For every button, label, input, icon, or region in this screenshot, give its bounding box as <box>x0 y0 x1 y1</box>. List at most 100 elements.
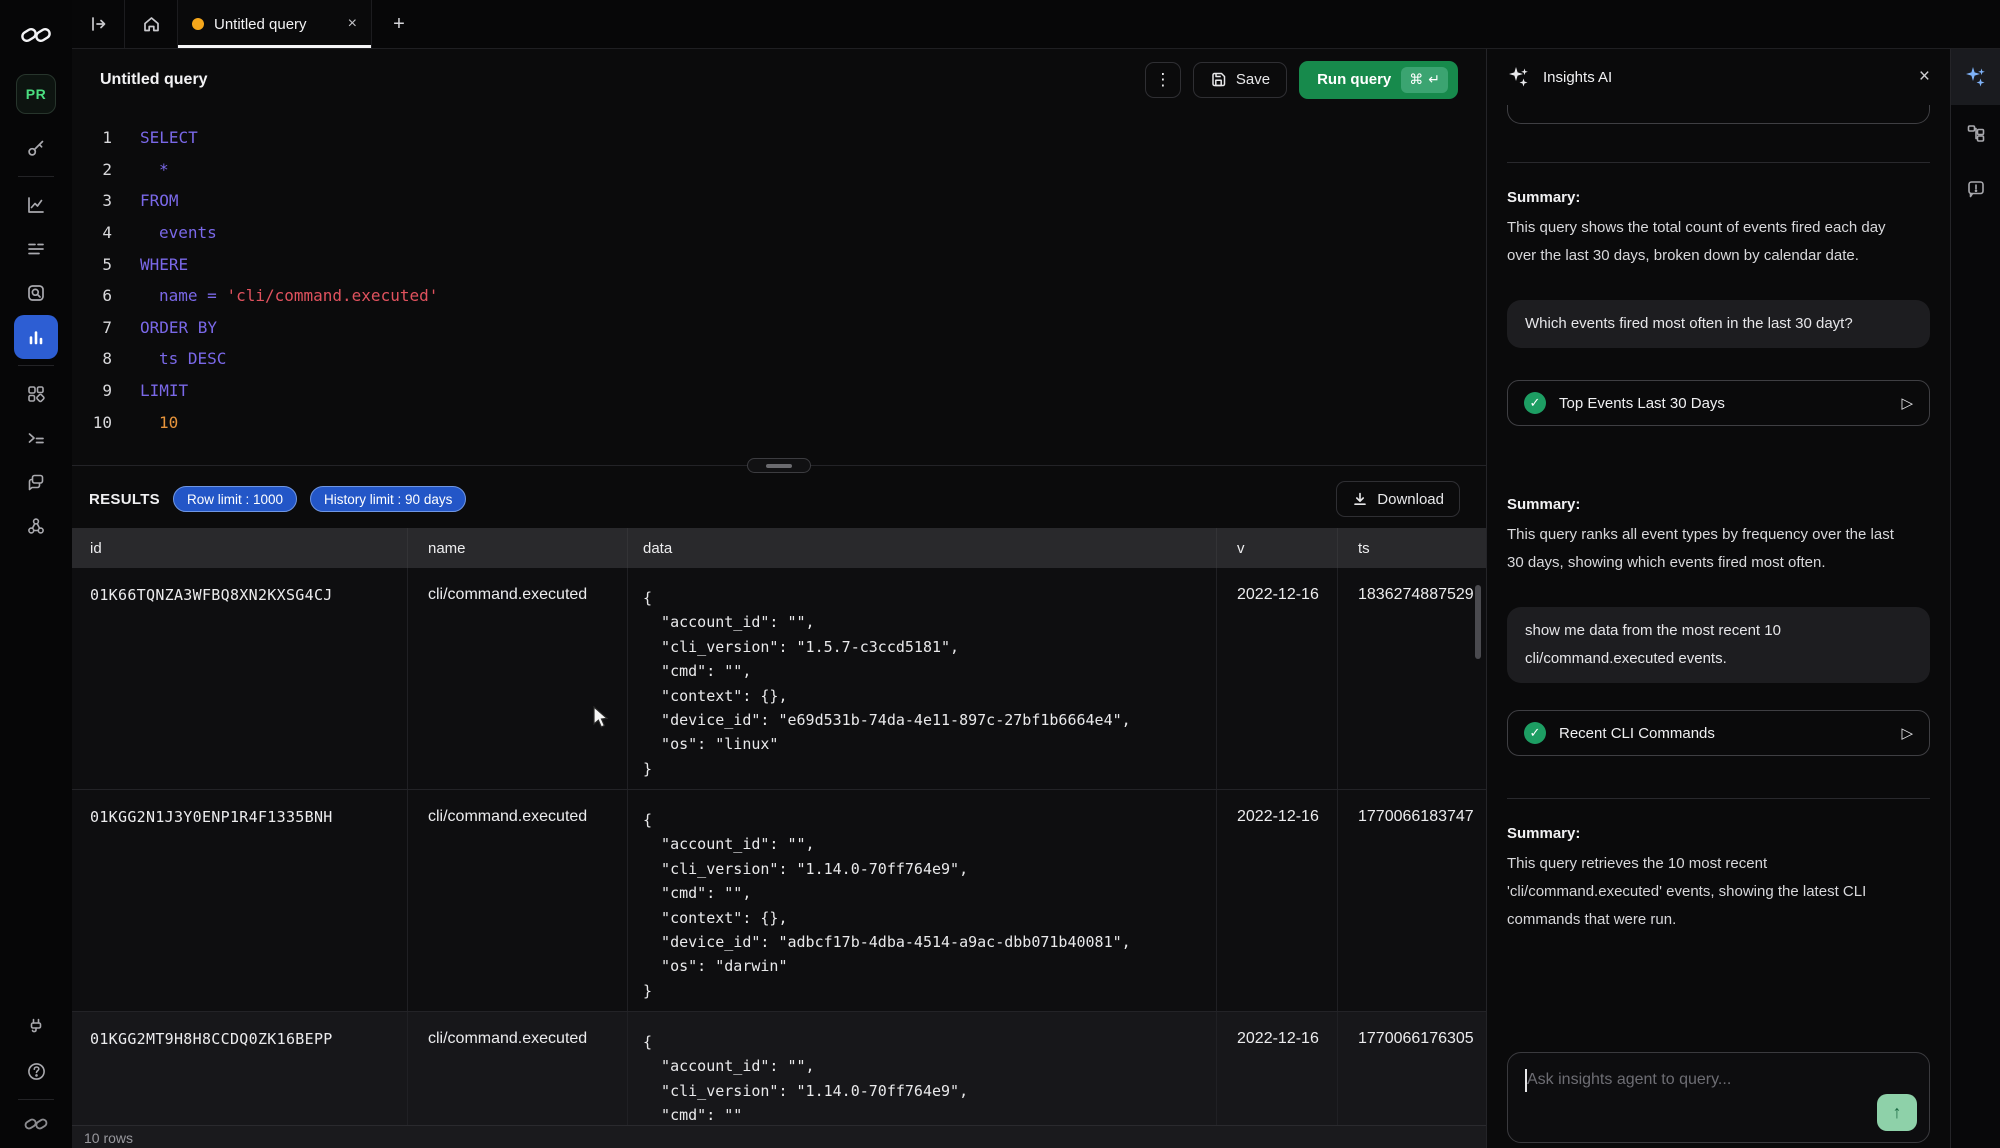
sql-keyword: ORDER BY <box>140 318 217 337</box>
left-sidebar: PR <box>0 0 72 1148</box>
close-panel-icon[interactable]: × <box>1919 66 1930 88</box>
save-button[interactable]: Save <box>1193 62 1287 98</box>
sidebar-item-api-keys[interactable] <box>14 126 58 170</box>
cell-v: 2022-12-16 <box>1217 790 1338 1011</box>
insights-title: Insights AI <box>1543 69 1612 86</box>
cell-ts: 1770066176305 <box>1338 1012 1486 1125</box>
cell-id: 01K66TQNZA3WFBQ8XN2KXSG4CJ <box>72 568 408 789</box>
sidebar-toggle-button[interactable] <box>72 0 125 48</box>
sidebar-item-dashboards[interactable] <box>14 372 58 416</box>
panel-expand-icon <box>89 15 107 33</box>
cell-v: 2022-12-16 <box>1217 568 1338 789</box>
summary-label: Summary: <box>1507 825 1930 842</box>
plug-icon <box>26 1017 46 1037</box>
line-number: 6 <box>72 286 112 305</box>
sidebar-item-help[interactable] <box>14 1049 58 1093</box>
sidebar-divider <box>18 1099 54 1100</box>
status-bar: 10 rows <box>72 1125 1486 1148</box>
grid-icon <box>26 384 46 404</box>
avatar[interactable]: PR <box>16 74 56 114</box>
sql-number: 10 <box>140 413 178 432</box>
summary-text: This query retrieves the 10 most recent … <box>1507 850 1909 934</box>
panel-divider <box>1507 162 1930 163</box>
line-number: 2 <box>72 160 112 179</box>
sidebar-item-analytics[interactable] <box>14 183 58 227</box>
sql-editor[interactable]: 1SELECT 2* 3FROM 4events 5WHERE 6name = … <box>72 110 1486 461</box>
sql-keyword: WHERE <box>140 255 188 274</box>
cell-data-json: { "account_id": "", "cli_version": "1.5.… <box>628 568 1217 789</box>
sidebar-item-terminal[interactable] <box>14 416 58 460</box>
query-header: Untitled query ⋮ Save Run query ⌘ ↵ <box>72 49 1486 110</box>
run-query-button[interactable]: Run query ⌘ ↵ <box>1299 61 1458 99</box>
sidebar-item-integrations[interactable] <box>14 504 58 548</box>
insights-scroll-area[interactable]: Summary: This query shows the total coun… <box>1487 105 1950 1148</box>
sidebar-item-messages[interactable] <box>14 460 58 504</box>
arrow-up-icon: ↑ <box>1893 1102 1902 1123</box>
app-logo-icon[interactable] <box>19 22 53 48</box>
rail-item-query-flow[interactable] <box>1951 105 2000 161</box>
rail-item-feedback[interactable] <box>1951 161 2000 217</box>
main-area: Untitled query ⋮ Save Run query ⌘ ↵ <box>72 49 1486 1148</box>
panel-divider <box>1507 798 1930 799</box>
sparkles-icon <box>1507 65 1531 89</box>
unsaved-dot-icon <box>192 18 204 30</box>
new-tab-button[interactable]: + <box>372 0 426 48</box>
scrolled-card-edge <box>1507 105 1930 124</box>
page-title: Untitled query <box>100 71 208 89</box>
query-result-card[interactable]: ✓ Recent CLI Commands ▷ <box>1507 710 1930 756</box>
cell-ts: 1770066183747 <box>1338 790 1486 1011</box>
row-limit-badge[interactable]: Row limit : 1000 <box>173 486 297 512</box>
column-header-v[interactable]: v <box>1217 528 1338 568</box>
cell-id: 01KGG2N1J3Y0ENP1R4F1335BNH <box>72 790 408 1011</box>
download-button[interactable]: Download <box>1336 481 1460 517</box>
tab-close-icon[interactable]: × <box>348 16 357 32</box>
line-number: 8 <box>72 349 112 368</box>
line-chart-icon <box>26 195 46 215</box>
play-icon[interactable]: ▷ <box>1901 724 1913 742</box>
table-row[interactable]: 01KGG2N1J3Y0ENP1R4F1335BNH cli/command.e… <box>72 790 1486 1012</box>
line-number: 9 <box>72 381 112 400</box>
column-header-data[interactable]: data <box>628 528 1217 568</box>
ask-agent-input[interactable] <box>1508 1053 1929 1089</box>
home-button[interactable] <box>125 0 178 48</box>
summary-label: Summary: <box>1507 496 1930 513</box>
play-icon[interactable]: ▷ <box>1901 394 1913 412</box>
table-scrollbar[interactable] <box>1475 585 1481 659</box>
row-count: 10 rows <box>84 1130 133 1146</box>
cell-data-json: { "account_id": "", "cli_version": "1.14… <box>628 790 1217 1011</box>
more-options-button[interactable]: ⋮ <box>1145 62 1181 98</box>
editor-results-splitter[interactable] <box>72 461 1486 470</box>
send-button[interactable]: ↑ <box>1877 1094 1917 1131</box>
sidebar-item-connections[interactable] <box>14 1005 58 1049</box>
table-row[interactable]: 01KGG2MT9H8H8CCDQ0ZK16BEPP cli/command.e… <box>72 1012 1486 1125</box>
line-number: 4 <box>72 223 112 242</box>
tab-bar: Untitled query × + <box>72 0 2000 49</box>
insights-ai-panel: Insights AI × Summary: This query shows … <box>1486 49 1950 1148</box>
sparkles-icon <box>1964 65 1988 89</box>
tab-untitled-query[interactable]: Untitled query × <box>178 0 372 48</box>
sidebar-item-query[interactable] <box>14 315 58 359</box>
sidebar-item-explore[interactable] <box>14 271 58 315</box>
alert-bubble-icon <box>1966 179 1986 199</box>
rows-icon <box>26 239 46 259</box>
check-icon: ✓ <box>1524 392 1546 414</box>
cell-ts: 1836274887529 <box>1338 568 1486 789</box>
column-header-ts[interactable]: ts <box>1338 528 1486 568</box>
column-header-id[interactable]: id <box>72 528 408 568</box>
query-result-card[interactable]: ✓ Top Events Last 30 Days ▷ <box>1507 380 1930 426</box>
return-key-icon: ↵ <box>1428 71 1440 88</box>
run-shortcut-badge: ⌘ ↵ <box>1401 67 1448 93</box>
sidebar-item-events[interactable] <box>14 227 58 271</box>
nodes-icon <box>26 516 46 536</box>
history-limit-badge[interactable]: History limit : 90 days <box>310 486 466 512</box>
ask-agent-input-box[interactable]: ↑ <box>1507 1052 1930 1143</box>
rail-item-insights-ai[interactable] <box>1951 49 2000 105</box>
column-header-name[interactable]: name <box>408 528 628 568</box>
results-label: RESULTS <box>89 491 160 508</box>
results-toolbar: RESULTS Row limit : 1000 History limit :… <box>72 470 1486 528</box>
table-row[interactable]: 01K66TQNZA3WFBQ8XN2KXSG4CJ cli/command.e… <box>72 568 1486 790</box>
sidebar-divider <box>18 365 54 366</box>
cell-name: cli/command.executed <box>408 790 628 1011</box>
cell-data-json: { "account_id": "", "cli_version": "1.14… <box>628 1012 1217 1125</box>
sql-keyword: LIMIT <box>140 381 188 400</box>
